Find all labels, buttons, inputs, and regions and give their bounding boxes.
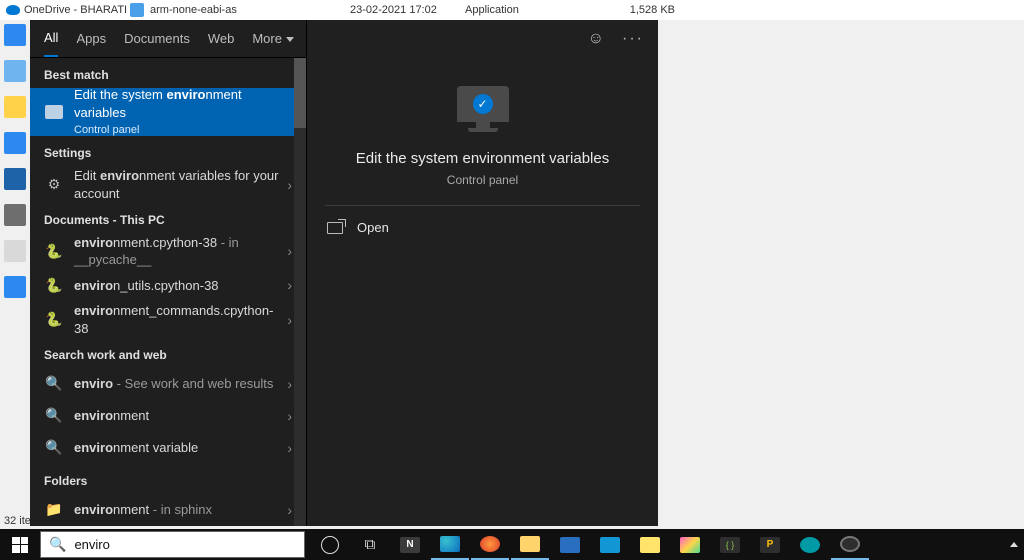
desktop-icon[interactable] xyxy=(4,204,26,226)
start-search-panel: All Apps Documents Web More Best match E… xyxy=(30,20,658,526)
result-web-0[interactable]: 🔍 enviro - See work and web results › xyxy=(30,368,306,400)
preview-app-icon: ✓ xyxy=(457,86,509,122)
preview-open-action[interactable]: Open xyxy=(307,206,658,249)
app-notes[interactable] xyxy=(631,529,669,560)
checkmark-icon: ✓ xyxy=(473,94,493,114)
desktop-icon[interactable] xyxy=(4,276,26,298)
desktop-icon[interactable] xyxy=(4,60,26,82)
app-obs[interactable] xyxy=(831,529,869,560)
section-settings: Settings xyxy=(30,136,306,166)
taskbar-apps: ⧉ N { } P xyxy=(311,529,869,560)
desktop-icon[interactable] xyxy=(4,24,26,46)
result-doc-0[interactable]: 🐍 environment.cpython-38 - in __pycache_… xyxy=(30,233,306,270)
result-title: environment variable xyxy=(74,439,283,457)
search-icon: 🔍 xyxy=(44,438,64,458)
tab-web[interactable]: Web xyxy=(208,21,235,56)
result-doc-1[interactable]: 🐍 environ_utils.cpython-38 › xyxy=(30,269,306,301)
file-date: 23-02-2021 17:02 xyxy=(350,4,465,16)
tab-apps[interactable]: Apps xyxy=(76,21,106,56)
onedrive-cloud-icon xyxy=(6,5,20,15)
app-arduino[interactable] xyxy=(791,529,829,560)
result-subtitle: Control panel xyxy=(74,123,296,138)
system-tray[interactable] xyxy=(1010,529,1024,560)
app-edge[interactable] xyxy=(431,529,469,560)
result-settings-env-user[interactable]: ⚙ Edit environment variables for your ac… xyxy=(30,166,306,203)
result-title: environment xyxy=(74,407,283,425)
taskbar: 🔍 ⧉ N { } P xyxy=(0,529,1024,560)
tab-all[interactable]: All xyxy=(44,20,58,57)
open-label: Open xyxy=(357,220,389,235)
app-pycharm[interactable]: P xyxy=(751,529,789,560)
result-web-1[interactable]: 🔍 environment › xyxy=(30,400,306,432)
file-name: arm-none-eabi-as xyxy=(150,4,350,16)
scrollbar-thumb[interactable] xyxy=(294,58,306,128)
monitor-base-icon xyxy=(468,128,498,132)
chevron-down-icon xyxy=(286,37,294,42)
python-file-icon: 🐍 xyxy=(44,275,64,295)
results-scrollbar[interactable] xyxy=(294,58,306,526)
preview-subtitle: Control panel xyxy=(447,173,518,187)
search-preview-pane: ☺ ··· ✓ Edit the system environment vari… xyxy=(306,20,658,526)
desktop-icon[interactable] xyxy=(4,240,26,262)
tab-documents[interactable]: Documents xyxy=(124,21,190,56)
search-icon: 🔍 xyxy=(44,406,64,426)
python-file-icon: 🐍 xyxy=(44,310,64,330)
result-title: environ_utils.cpython-38 xyxy=(74,277,283,295)
result-title: environment - in sphinx xyxy=(74,501,283,519)
result-title: Edit environment variables for your acco… xyxy=(74,167,283,202)
app-rainbow[interactable] xyxy=(671,529,709,560)
preview-title: Edit the system environment variables xyxy=(356,150,609,167)
result-title: environment.cpython-38 - in __pycache__ xyxy=(74,234,283,269)
gear-icon: ⚙ xyxy=(44,175,64,195)
result-folder-0[interactable]: 📁 environment - in sphinx › xyxy=(30,494,306,526)
cortana-icon[interactable] xyxy=(311,529,349,560)
result-title: Edit the system environment variables xyxy=(74,86,296,121)
preview-card: ✓ Edit the system environment variables … xyxy=(307,58,658,187)
windows-logo-icon xyxy=(12,537,28,553)
taskbar-search-box[interactable]: 🔍 xyxy=(40,531,305,558)
desktop-icon-strip xyxy=(0,20,30,520)
app-firefox[interactable] xyxy=(471,529,509,560)
folder-icon: 📁 xyxy=(44,500,64,520)
desktop-icon[interactable] xyxy=(4,168,26,190)
desktop-icon[interactable] xyxy=(4,132,26,154)
more-options-icon[interactable]: ··· xyxy=(622,30,644,48)
app-mail[interactable] xyxy=(591,529,629,560)
start-button[interactable] xyxy=(0,529,40,560)
search-results-pane: All Apps Documents Web More Best match E… xyxy=(30,20,306,526)
search-icon: 🔍 xyxy=(44,374,64,394)
open-icon xyxy=(327,222,343,234)
app-code[interactable]: { } xyxy=(711,529,749,560)
result-web-2[interactable]: 🔍 environment variable › xyxy=(30,432,306,464)
result-title: enviro - See work and web results xyxy=(74,375,283,393)
file-icon xyxy=(130,3,144,17)
section-folders: Folders xyxy=(30,464,306,494)
control-panel-icon xyxy=(44,102,64,122)
file-type: Application xyxy=(465,4,615,16)
python-file-icon: 🐍 xyxy=(44,241,64,261)
search-header-actions: ☺ ··· xyxy=(307,20,658,58)
app-notion[interactable]: N xyxy=(391,529,429,560)
search-scope-tabs: All Apps Documents Web More xyxy=(30,20,306,58)
section-best-match: Best match xyxy=(30,58,306,88)
result-best-match[interactable]: Edit the system environment variables Co… xyxy=(30,88,306,136)
explorer-file-row: arm-none-eabi-as 23-02-2021 17:02 Applic… xyxy=(130,0,675,20)
desktop-icon[interactable] xyxy=(4,96,26,118)
task-view-icon[interactable]: ⧉ xyxy=(351,529,389,560)
tab-more[interactable]: More xyxy=(252,21,294,56)
app-explorer[interactable] xyxy=(511,529,549,560)
section-work-web: Search work and web xyxy=(30,338,306,368)
section-documents: Documents - This PC xyxy=(30,203,306,233)
result-doc-2[interactable]: 🐍 environment_commands.cpython-38 › xyxy=(30,301,306,338)
app-store[interactable] xyxy=(551,529,589,560)
explorer-title: OneDrive - BHARATI xyxy=(24,4,127,16)
feedback-icon[interactable]: ☺ xyxy=(588,30,604,48)
file-size: 1,528 KB xyxy=(615,4,675,16)
tray-overflow-icon[interactable] xyxy=(1010,542,1018,547)
search-input[interactable] xyxy=(74,532,296,557)
search-icon: 🔍 xyxy=(49,536,66,553)
result-title: environment_commands.cpython-38 xyxy=(74,302,283,337)
